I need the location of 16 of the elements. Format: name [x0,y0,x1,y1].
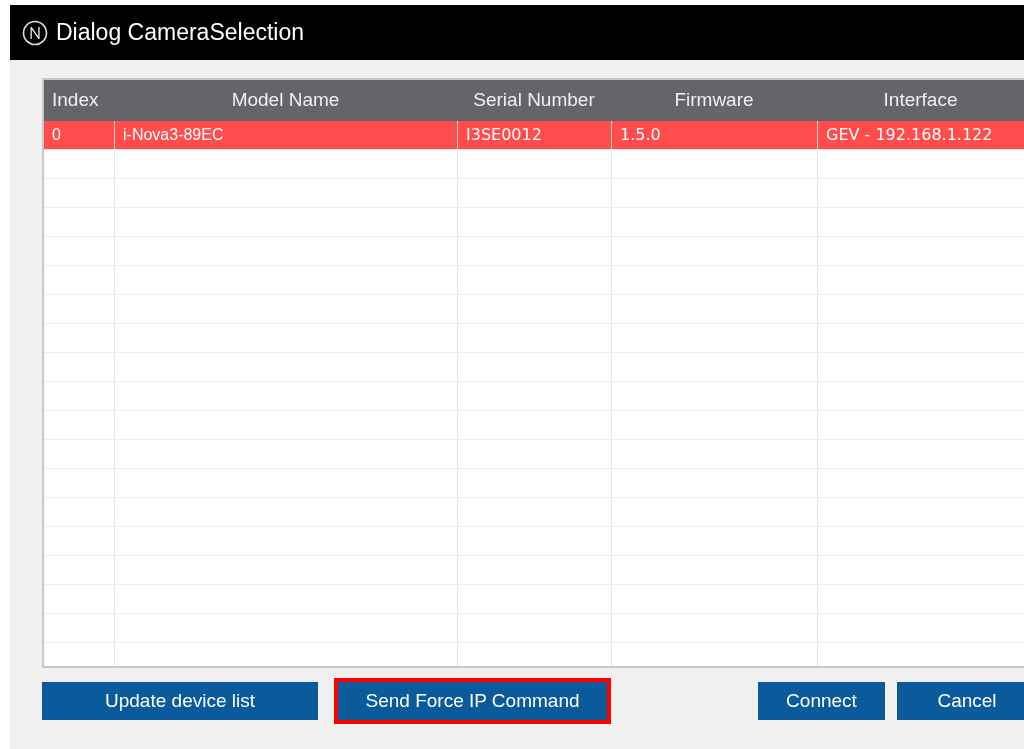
window-title: Dialog CameraSelection [56,18,304,48]
table-row[interactable]: 0 i-Nova3-89EC I3SE0012 1.5.0 GEV - 192.168.1.122 [44,121,1024,150]
table-cell: 1.5.0 [611,121,817,149]
table-cell: I3SE0012 [457,121,611,149]
dialog-button[interactable]: Connect [758,682,885,720]
column-header[interactable]: Serial Number [457,80,611,121]
table-cell: GEV - 192.168.1.122 [817,121,1024,149]
column-header[interactable]: Interface [817,80,1024,121]
table-cell-text: 0 [51,125,62,145]
dialog-button[interactable]: Update device list [42,682,318,720]
column-header[interactable]: Model Name [114,80,457,121]
column-header[interactable]: Firmware [611,80,817,121]
table-cell: i-Nova3-89EC [114,121,457,149]
dialog-button[interactable]: Cancel [897,682,1024,720]
logo-icon [22,19,48,46]
column-header[interactable]: Index [44,80,114,121]
